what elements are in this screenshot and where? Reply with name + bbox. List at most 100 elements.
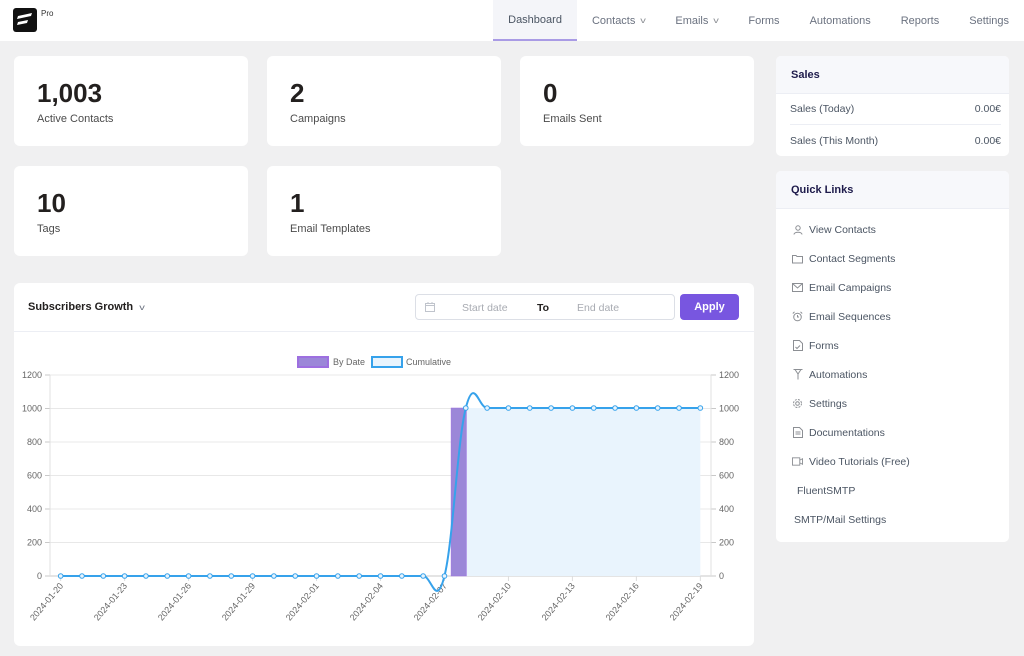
nav-item-automations[interactable]: Automations bbox=[795, 0, 886, 41]
stat-card-campaigns[interactable]: 2 Campaigns bbox=[267, 56, 501, 146]
stat-card-email-templates[interactable]: 1 Email Templates bbox=[267, 166, 501, 256]
sales-value: 0.00€ bbox=[974, 103, 1001, 115]
nav-item-forms[interactable]: Forms bbox=[733, 0, 794, 41]
nav-item-emails[interactable]: Emails v bbox=[660, 0, 733, 41]
quick-link-forms[interactable]: Forms bbox=[776, 331, 1009, 360]
y2-tick-label: 200 bbox=[719, 538, 734, 548]
quick-link-label: Email Campaigns bbox=[809, 281, 892, 294]
x-tick-label: 2024-01-20 bbox=[28, 581, 65, 623]
app-logo[interactable] bbox=[13, 8, 37, 32]
cumulative-point bbox=[548, 405, 554, 411]
quick-link-label: Automations bbox=[809, 368, 868, 381]
quick-link-documentations[interactable]: Documentations bbox=[776, 418, 1009, 447]
stat-value: 2 bbox=[290, 78, 305, 108]
stat-card-active-contacts[interactable]: 1,003 Active Contacts bbox=[14, 56, 248, 146]
quick-link-email-sequences[interactable]: Email Sequences bbox=[776, 302, 1009, 331]
cumulative-point bbox=[420, 573, 426, 579]
stat-label: Email Templates bbox=[290, 223, 371, 235]
cumulative-point bbox=[164, 573, 171, 579]
cumulative-point bbox=[526, 405, 533, 411]
alarm-clock-icon bbox=[792, 311, 803, 322]
sales-value: 0.00€ bbox=[974, 134, 1001, 147]
quick-link-automations[interactable]: Automations bbox=[776, 360, 1009, 389]
cumulative-point bbox=[79, 573, 85, 579]
stat-label: Tags bbox=[37, 223, 61, 235]
y-tick-label: 0 bbox=[37, 571, 42, 581]
cumulative-point bbox=[271, 573, 277, 579]
cumulative-point bbox=[57, 573, 64, 579]
logo-icon bbox=[17, 13, 32, 25]
stat-value: 0 bbox=[543, 78, 558, 108]
nav-item-label: Emails bbox=[675, 14, 709, 27]
quick-link-settings[interactable]: Settings bbox=[776, 389, 1009, 418]
x-tick-label: 2024-01-29 bbox=[220, 581, 257, 623]
x-tick-label: 2024-02-01 bbox=[284, 581, 321, 623]
x-tick-label: 2024-02-10 bbox=[476, 581, 513, 623]
cumulative-point bbox=[633, 405, 640, 411]
gear-icon bbox=[792, 398, 803, 409]
y-tick-label: 1200 bbox=[22, 370, 42, 380]
y2-tick-label: 600 bbox=[719, 471, 734, 481]
cumulative-point bbox=[313, 573, 320, 579]
y-tick-label: 200 bbox=[27, 538, 42, 548]
stat-card-tags[interactable]: 10 Tags bbox=[14, 166, 248, 256]
cumulative-point bbox=[399, 573, 405, 579]
quick-link-smtp-mail-settings[interactable]: SMTP/Mail Settings bbox=[776, 505, 1009, 534]
chevron-down-icon: v bbox=[713, 16, 720, 25]
y-tick-label: 800 bbox=[27, 437, 42, 447]
cumulative-point bbox=[569, 405, 576, 411]
cumulative-point bbox=[676, 405, 682, 411]
cumulative-point bbox=[292, 573, 299, 579]
nav-item-reports[interactable]: Reports bbox=[886, 0, 955, 41]
form-document-icon bbox=[792, 340, 803, 351]
quick-link-email-campaigns[interactable]: Email Campaigns bbox=[776, 273, 1009, 302]
quick-link-contact-segments[interactable]: Contact Segments bbox=[776, 244, 1009, 273]
sales-label: Sales (Today) bbox=[790, 103, 855, 115]
quick-links-panel: Quick Links View Contacts Contact Segment… bbox=[776, 171, 1009, 542]
cumulative-point bbox=[654, 405, 661, 411]
x-tick-label: 2024-02-13 bbox=[540, 581, 577, 623]
stat-card-emails-sent[interactable]: 0 Emails Sent bbox=[520, 56, 754, 146]
x-tick-label: 2024-02-16 bbox=[604, 581, 641, 623]
legend-swatch-by-date bbox=[297, 356, 329, 368]
y-tick-label: 600 bbox=[27, 471, 42, 481]
stat-value: 10 bbox=[37, 188, 66, 218]
nav-item-settings[interactable]: Settings bbox=[954, 0, 1024, 41]
quick-link-video-tutorials-free[interactable]: Video Tutorials (Free) bbox=[776, 447, 1009, 476]
y2-tick-label: 1000 bbox=[719, 404, 739, 414]
subscribers-growth-chart: 0 0 200 200 400 400 600 600 800 800 1000 1000 1200 12… bbox=[22, 356, 739, 623]
user-icon bbox=[792, 224, 803, 235]
cumulative-point bbox=[249, 573, 256, 579]
y2-tick-label: 0 bbox=[719, 571, 724, 581]
sales-row-today: Sales (Today) 0.00€ bbox=[790, 94, 1001, 125]
legend-swatch-cumulative bbox=[371, 356, 403, 368]
quick-link-fluentsmtp[interactable]: FluentSMTP bbox=[776, 476, 1009, 505]
document-icon bbox=[792, 427, 803, 438]
video-camera-icon bbox=[792, 456, 803, 467]
quick-link-label: Video Tutorials (Free) bbox=[809, 455, 910, 468]
nav-item-label: Reports bbox=[900, 14, 940, 27]
nav-item-dashboard[interactable]: Dashboard bbox=[493, 0, 577, 41]
nav-item-contacts[interactable]: Contacts v bbox=[577, 0, 660, 41]
quick-link-label: SMTP/Mail Settings bbox=[794, 513, 887, 526]
cumulative-point bbox=[121, 573, 128, 579]
cumulative-point bbox=[207, 573, 213, 579]
cumulative-point bbox=[100, 573, 107, 579]
y-tick-label: 1000 bbox=[22, 404, 42, 414]
cumulative-point bbox=[612, 405, 618, 411]
cumulative-point bbox=[590, 405, 597, 411]
quick-link-view-contacts[interactable]: View Contacts bbox=[776, 215, 1009, 244]
nav-item-label: Dashboard bbox=[508, 13, 562, 26]
y2-tick-label: 1200 bbox=[719, 370, 739, 380]
quick-link-label: Documentations bbox=[809, 426, 885, 439]
sales-title: Sales bbox=[776, 56, 1009, 94]
cumulative-point bbox=[441, 573, 448, 579]
sales-row-month: Sales (This Month) 0.00€ bbox=[790, 125, 1001, 156]
funnel-icon bbox=[792, 369, 803, 380]
quick-link-label: Contact Segments bbox=[809, 252, 896, 265]
cumulative-point bbox=[505, 405, 512, 411]
quick-link-label: Email Sequences bbox=[809, 310, 891, 323]
cumulative-point bbox=[356, 573, 362, 579]
sales-label: Sales (This Month) bbox=[790, 134, 879, 147]
cumulative-point bbox=[377, 573, 384, 579]
